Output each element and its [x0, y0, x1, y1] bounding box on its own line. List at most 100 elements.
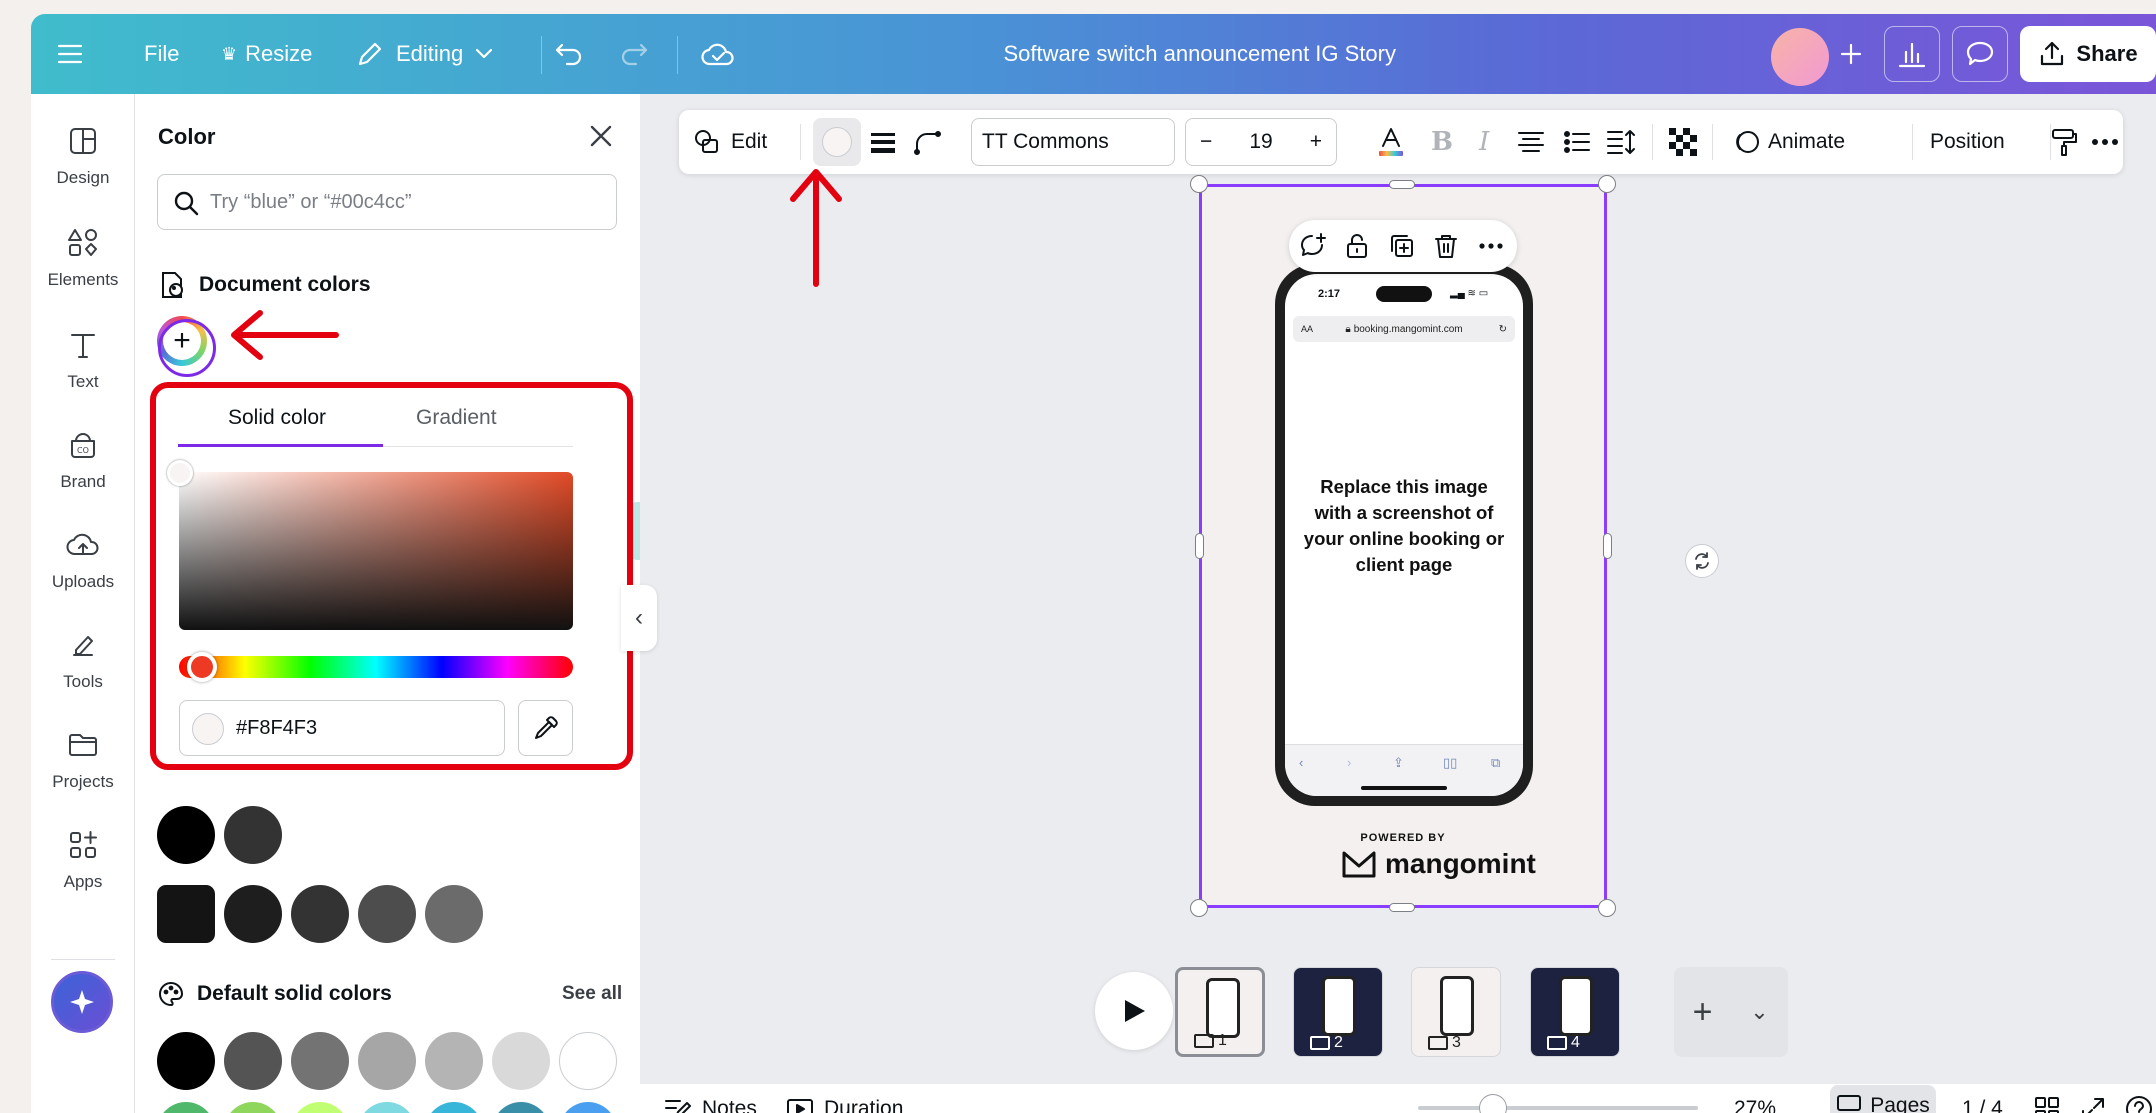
color-swatch[interactable]: [358, 1032, 416, 1090]
page-counter[interactable]: 1 / 4: [1962, 1084, 2003, 1113]
color-swatch[interactable]: [224, 1102, 282, 1113]
comment-add-button[interactable]: [1299, 232, 1327, 260]
rail-item-elements[interactable]: Elements: [31, 226, 135, 316]
grid-view-button[interactable]: [2034, 1084, 2060, 1113]
animate-button[interactable]: Animate: [1736, 110, 1845, 174]
pages-button[interactable]: Pages: [1830, 1085, 1936, 1113]
duration-button[interactable]: Duration: [786, 1084, 903, 1113]
position-button[interactable]: Position: [1930, 110, 2005, 174]
font-size-stepper[interactable]: − 19 +: [1185, 118, 1337, 166]
color-swatch[interactable]: [559, 1102, 617, 1113]
color-swatch[interactable]: [358, 885, 416, 943]
resize-handle-right[interactable]: [1603, 533, 1612, 559]
collapse-panel-button[interactable]: ‹: [621, 585, 657, 651]
resize-handle-bl[interactable]: [1190, 899, 1208, 917]
hue-handle[interactable]: [187, 652, 217, 682]
file-menu[interactable]: File: [144, 14, 179, 94]
more-actions-button[interactable]: [1477, 232, 1505, 260]
rail-item-tools[interactable]: Tools: [31, 628, 135, 718]
tab-solid-color[interactable]: Solid color: [228, 406, 326, 430]
play-button[interactable]: [1095, 972, 1173, 1050]
fill-color-button[interactable]: [813, 118, 861, 166]
color-swatch[interactable]: [492, 1102, 550, 1113]
page-thumbnail[interactable]: 1: [1175, 967, 1265, 1057]
saturation-value-area[interactable]: [179, 472, 573, 630]
corner-rounding-button[interactable]: [913, 110, 943, 174]
resize-button[interactable]: ♛ Resize: [221, 14, 312, 94]
rail-item-apps[interactable]: Apps: [31, 828, 135, 918]
color-swatch[interactable]: [291, 885, 349, 943]
magic-assistant-button[interactable]: [51, 971, 113, 1033]
close-panel-button[interactable]: [587, 122, 615, 150]
text-color-button[interactable]: [1376, 110, 1406, 174]
color-swatch[interactable]: [157, 1032, 215, 1090]
hex-input[interactable]: #F8F4F3: [179, 700, 505, 756]
lock-button[interactable]: [1343, 232, 1371, 260]
share-button[interactable]: Share: [2020, 26, 2156, 82]
eyedropper-button[interactable]: [518, 700, 573, 756]
menu-button[interactable]: [57, 14, 83, 94]
page-thumbnail[interactable]: 4: [1530, 967, 1620, 1057]
rail-item-uploads[interactable]: Uploads: [31, 528, 135, 618]
tab-gradient[interactable]: Gradient: [416, 406, 497, 430]
decrease-size-button[interactable]: −: [1200, 130, 1212, 154]
color-search-input[interactable]: Try “blue” or “#00c4cc”: [157, 174, 617, 230]
insights-button[interactable]: [1884, 26, 1940, 82]
font-family-select[interactable]: TT Commons: [971, 118, 1175, 166]
add-page-options-button[interactable]: ⌄: [1731, 967, 1788, 1057]
color-swatch[interactable]: [492, 1032, 550, 1090]
color-swatch[interactable]: [358, 1102, 416, 1113]
resize-handle-bottom[interactable]: [1389, 903, 1415, 912]
fullscreen-button[interactable]: [2080, 1084, 2106, 1113]
color-swatch[interactable]: [425, 1032, 483, 1090]
help-button[interactable]: [2125, 1084, 2153, 1113]
color-swatch[interactable]: [224, 1032, 282, 1090]
bold-button[interactable]: B: [1431, 110, 1453, 174]
hue-slider[interactable]: [179, 656, 573, 678]
duplicate-button[interactable]: [1388, 232, 1416, 260]
notes-button[interactable]: Notes: [664, 1084, 757, 1113]
italic-button[interactable]: I: [1479, 110, 1489, 174]
avatar[interactable]: [1771, 28, 1829, 86]
border-style-button[interactable]: [869, 110, 897, 174]
zoom-slider[interactable]: [1418, 1106, 1698, 1110]
rotate-handle[interactable]: [1685, 544, 1719, 578]
zoom-level[interactable]: 27%: [1734, 1084, 1776, 1113]
see-all-link[interactable]: See all: [562, 983, 622, 1005]
invite-button[interactable]: [1839, 14, 1863, 94]
rail-item-brand[interactable]: CO Brand: [31, 428, 135, 518]
color-swatch[interactable]: [157, 885, 215, 943]
redo-button[interactable]: [619, 14, 649, 94]
rail-item-design[interactable]: Design: [31, 124, 135, 214]
color-swatch[interactable]: [425, 1102, 483, 1113]
editing-mode-button[interactable]: Editing: [356, 14, 493, 94]
phone-mockup[interactable]: 2:17 ▂▄ ≋ ▭ AA 🔒︎ booking.mangomint.com …: [1275, 264, 1533, 806]
add-page-button[interactable]: +: [1674, 967, 1731, 1057]
align-button[interactable]: [1517, 110, 1545, 174]
rail-item-projects[interactable]: Projects: [31, 728, 135, 818]
more-options-button[interactable]: [2092, 110, 2118, 174]
color-swatch[interactable]: [559, 1032, 617, 1090]
resize-handle-br[interactable]: [1598, 899, 1616, 917]
font-size-value[interactable]: 19: [1249, 130, 1272, 154]
page-thumbnail[interactable]: 2: [1293, 967, 1383, 1057]
document-title[interactable]: Software switch announcement IG Story: [1003, 14, 1396, 94]
color-swatch[interactable]: [224, 806, 282, 864]
spacing-button[interactable]: [1606, 110, 1636, 174]
copy-style-button[interactable]: [2049, 110, 2079, 174]
color-swatch[interactable]: [291, 1102, 349, 1113]
transparency-button[interactable]: [1669, 110, 1697, 174]
color-swatch[interactable]: [157, 1102, 215, 1113]
resize-handle-tl[interactable]: [1190, 175, 1208, 193]
edit-button[interactable]: Edit: [693, 110, 767, 174]
resize-handle-left[interactable]: [1195, 533, 1204, 559]
resize-handle-tr[interactable]: [1598, 175, 1616, 193]
add-color-button[interactable]: +: [157, 316, 207, 366]
resize-handle-top[interactable]: [1389, 180, 1415, 189]
color-swatch[interactable]: [224, 885, 282, 943]
delete-button[interactable]: [1432, 232, 1460, 260]
save-status-button[interactable]: [701, 14, 735, 94]
color-swatch[interactable]: [425, 885, 483, 943]
color-swatch[interactable]: [157, 806, 215, 864]
list-button[interactable]: [1563, 110, 1591, 174]
